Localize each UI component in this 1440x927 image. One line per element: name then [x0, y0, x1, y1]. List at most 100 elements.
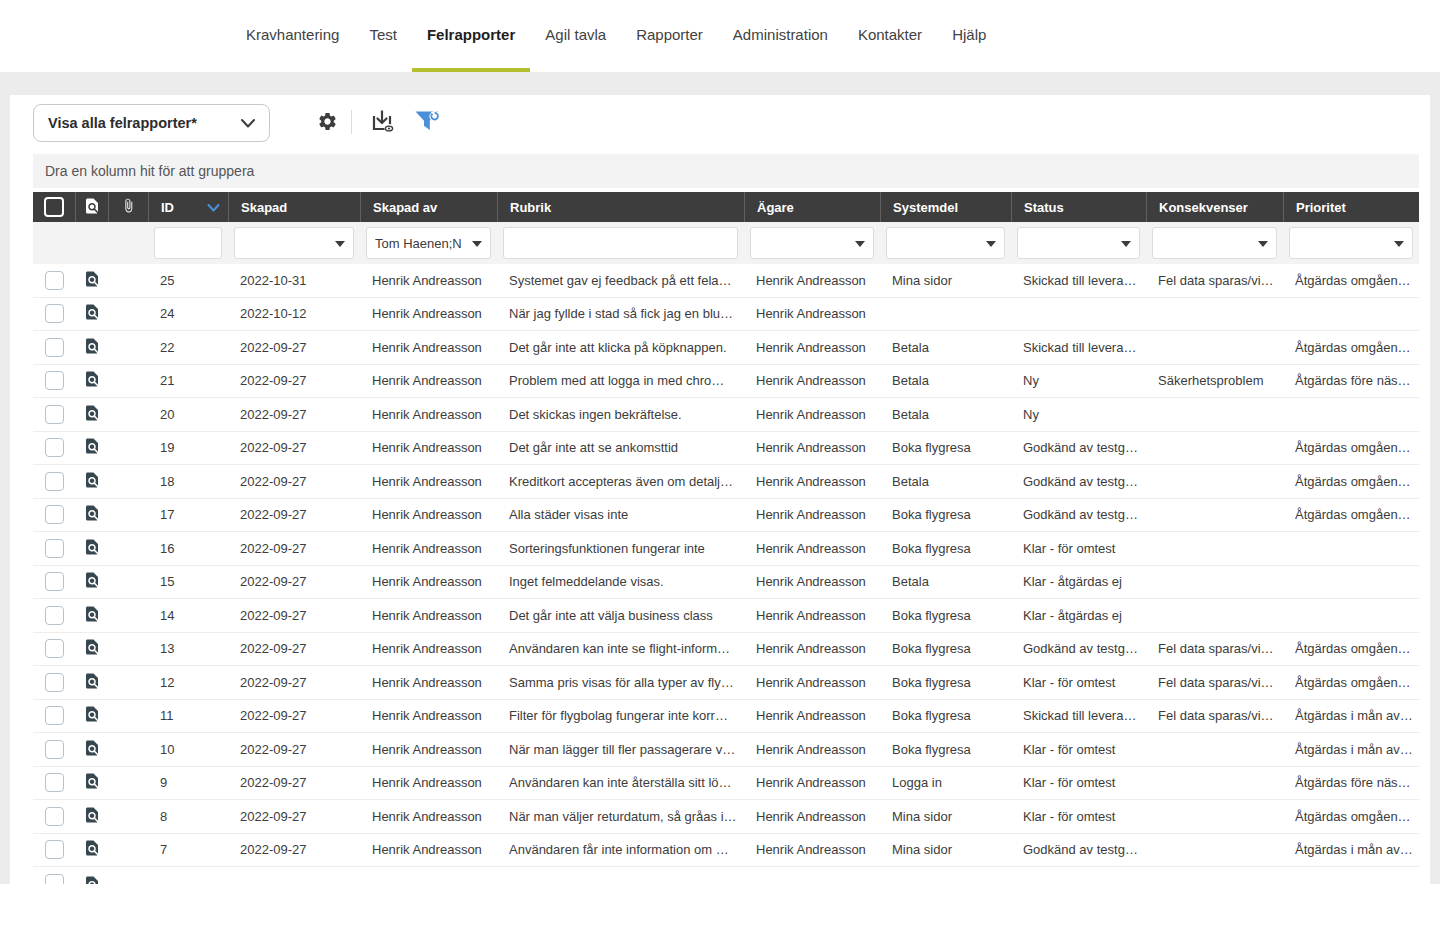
row-checkbox[interactable]: [45, 639, 64, 658]
tab-test[interactable]: Test: [354, 0, 412, 72]
row-checkbox[interactable]: [45, 338, 64, 357]
report-row-20[interactable]: 202022-09-27Henrik AndreassonDet skickas…: [33, 398, 1419, 432]
tab-kontakter[interactable]: Kontakter: [843, 0, 937, 72]
report-row-14[interactable]: 142022-09-27Henrik AndreassonDet går int…: [33, 599, 1419, 633]
header-find-in-page[interactable]: [75, 192, 108, 222]
find-in-page-icon[interactable]: [83, 875, 101, 884]
tab-hj-lp[interactable]: Hjälp: [937, 0, 1001, 72]
row-checkbox[interactable]: [45, 405, 64, 424]
report-row-25[interactable]: 252022-10-31Henrik AndreassonSystemet ga…: [33, 264, 1419, 298]
find-in-page-icon[interactable]: [83, 839, 101, 860]
report-row-9[interactable]: 92022-09-27Henrik AndreassonAnvändaren k…: [33, 767, 1419, 801]
filter-status-input[interactable]: [1017, 227, 1140, 259]
find-in-page-icon[interactable]: [83, 404, 101, 425]
column-header-konsekvenser[interactable]: Konsekvenser: [1146, 192, 1283, 222]
row-checkbox[interactable]: [45, 807, 64, 826]
report-row-17[interactable]: 172022-09-27Henrik AndreassonAlla städer…: [33, 499, 1419, 533]
cell-skapad-av: Henrik Andreasson: [360, 298, 497, 331]
report-row-10[interactable]: 102022-09-27Henrik AndreassonNär man läg…: [33, 733, 1419, 767]
find-in-page-icon[interactable]: [83, 337, 101, 358]
find-in-page-icon[interactable]: [83, 538, 101, 559]
report-row-18[interactable]: 182022-09-27Henrik AndreassonKreditkort …: [33, 465, 1419, 499]
report-row-12[interactable]: 122022-09-27Henrik AndreassonSamma pris …: [33, 666, 1419, 700]
filter-skapad-av-input[interactable]: Tom Haenen;N: [366, 227, 491, 259]
column-header-systemdel[interactable]: Systemdel: [880, 192, 1011, 222]
report-row-16[interactable]: 162022-09-27Henrik AndreassonSorteringsf…: [33, 532, 1419, 566]
report-row-8[interactable]: 82022-09-27Henrik AndreassonNär man välj…: [33, 800, 1419, 834]
find-in-page-icon[interactable]: [83, 739, 101, 760]
cell-systemdel: Betala: [880, 365, 1011, 398]
export-view-icon[interactable]: [367, 106, 397, 136]
find-in-page-icon[interactable]: [83, 638, 101, 659]
report-row-24[interactable]: 242022-10-12Henrik AndreassonNär jag fyl…: [33, 298, 1419, 332]
row-checkbox-cell: [33, 264, 75, 297]
tab-rapporter[interactable]: Rapporter: [621, 0, 718, 72]
filter-skapad-input[interactable]: [234, 227, 354, 259]
row-checkbox[interactable]: [45, 539, 64, 558]
find-in-page-icon[interactable]: [83, 672, 101, 693]
settings-gear-icon[interactable]: [312, 106, 342, 136]
find-in-page-icon[interactable]: [83, 303, 101, 324]
report-row-19[interactable]: 192022-09-27Henrik AndreassonDet går int…: [33, 432, 1419, 466]
filter-prioritet-input[interactable]: [1289, 227, 1413, 259]
find-in-page-icon[interactable]: [83, 437, 101, 458]
group-by-hint: Dra en kolumn hit för att gruppera: [45, 163, 254, 179]
report-row-partial[interactable]: [33, 867, 1419, 884]
row-checkbox[interactable]: [45, 304, 64, 323]
row-checkbox[interactable]: [45, 673, 64, 692]
filter-systemdel-input[interactable]: [886, 227, 1005, 259]
group-by-bar[interactable]: Dra en kolumn hit för att gruppera: [33, 154, 1419, 188]
row-checkbox[interactable]: [45, 371, 64, 390]
header-attachment[interactable]: [108, 192, 148, 222]
column-header-prioritet[interactable]: Prioritet: [1283, 192, 1419, 222]
filter-id-input[interactable]: [154, 227, 222, 259]
tab-agil-tavla[interactable]: Agil tavla: [530, 0, 621, 72]
row-checkbox[interactable]: [45, 472, 64, 491]
find-in-page-icon[interactable]: [83, 504, 101, 525]
row-checkbox[interactable]: [45, 706, 64, 725]
report-row-7[interactable]: 72022-09-27Henrik AndreassonAnvändaren f…: [33, 834, 1419, 868]
column-header-status[interactable]: Status: [1011, 192, 1146, 222]
find-in-page-icon[interactable]: [83, 270, 101, 291]
row-checkbox[interactable]: [45, 572, 64, 591]
report-row-11[interactable]: 112022-09-27Henrik AndreassonFilter för …: [33, 700, 1419, 734]
sort-descending-icon: [207, 200, 220, 215]
column-header-skapad-av[interactable]: Skapad av: [360, 192, 497, 222]
column-header--gare[interactable]: Ägare: [744, 192, 880, 222]
row-checkbox[interactable]: [45, 840, 64, 859]
cell-agare: Henrik Andreasson: [744, 767, 880, 800]
find-in-page-icon[interactable]: [83, 705, 101, 726]
row-checkbox[interactable]: [45, 505, 64, 524]
dropdown-arrow-icon: [1121, 241, 1131, 247]
column-header-skapad[interactable]: Skapad: [228, 192, 360, 222]
row-checkbox[interactable]: [45, 271, 64, 290]
row-checkbox[interactable]: [45, 874, 64, 884]
filter-konsekvenser-input[interactable]: [1152, 227, 1277, 259]
filter-agare-input[interactable]: [750, 227, 874, 259]
row-checkbox[interactable]: [45, 773, 64, 792]
header-select-all-checkbox[interactable]: [33, 192, 75, 222]
find-in-page-icon[interactable]: [83, 471, 101, 492]
filter-rubrik-input[interactable]: [503, 227, 738, 259]
tab-kravhantering[interactable]: Kravhantering: [231, 0, 354, 72]
row-checkbox[interactable]: [45, 606, 64, 625]
find-in-page-icon[interactable]: [83, 772, 101, 793]
row-checkbox[interactable]: [45, 740, 64, 759]
report-row-15[interactable]: 152022-09-27Henrik AndreassonInget felme…: [33, 566, 1419, 600]
find-in-page-icon[interactable]: [83, 571, 101, 592]
find-in-page-icon[interactable]: [83, 806, 101, 827]
filter-reset-icon[interactable]: [412, 106, 442, 136]
tab-administration[interactable]: Administration: [718, 0, 843, 72]
report-row-22[interactable]: 222022-09-27Henrik AndreassonDet går int…: [33, 331, 1419, 365]
column-header-id[interactable]: ID: [148, 192, 228, 222]
row-checkbox[interactable]: [45, 438, 64, 457]
cell-rubrik: Samma pris visas för alla typer av fly…: [497, 666, 744, 699]
column-header-rubrik[interactable]: Rubrik: [497, 192, 744, 222]
tab-felrapporter[interactable]: Felrapporter: [412, 0, 530, 72]
find-in-page-icon[interactable]: [83, 370, 101, 391]
select-all-checkbox[interactable]: [44, 197, 64, 217]
report-row-13[interactable]: 132022-09-27Henrik AndreassonAnvändaren …: [33, 633, 1419, 667]
find-in-page-icon[interactable]: [83, 605, 101, 626]
view-selector-dropdown[interactable]: Visa alla felrapporter*: [33, 104, 270, 142]
report-row-21[interactable]: 212022-09-27Henrik AndreassonProblem med…: [33, 365, 1419, 399]
